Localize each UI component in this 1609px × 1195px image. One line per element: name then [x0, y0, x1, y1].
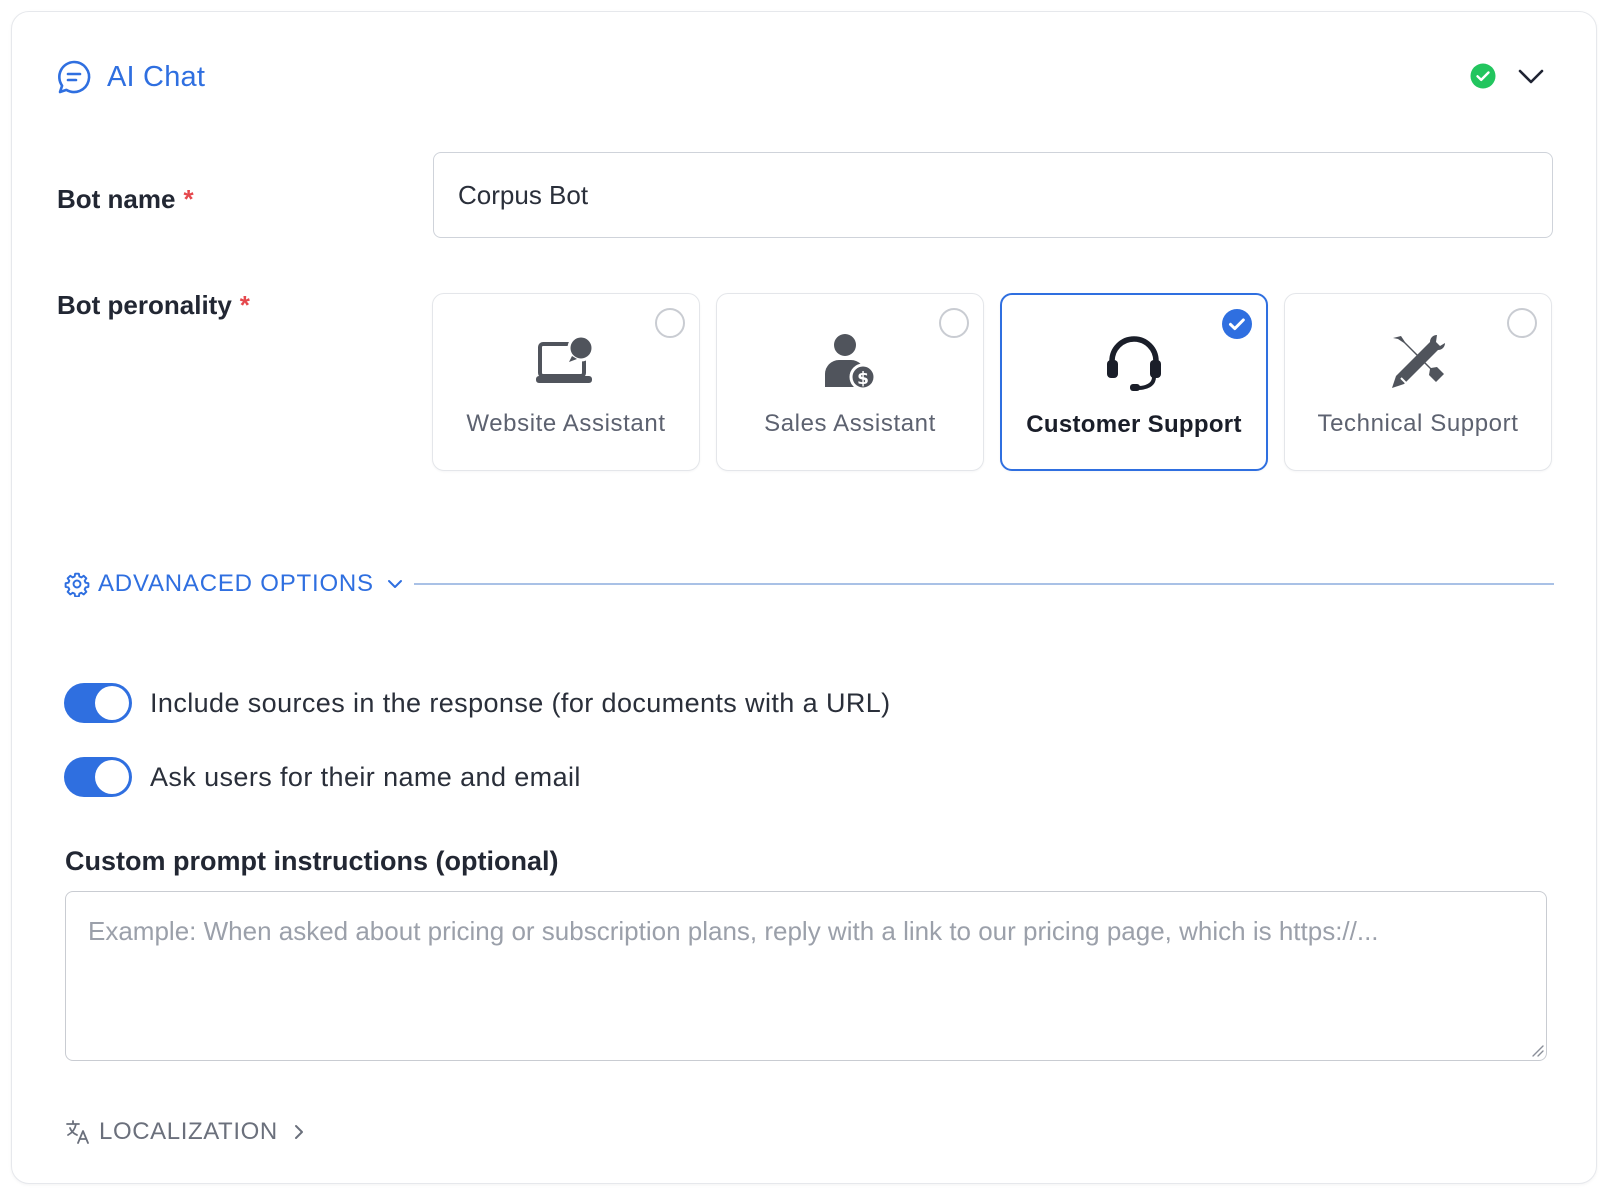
persona-website-assistant[interactable]: Website Assistant [432, 293, 700, 471]
persona-label: Technical Support [1317, 410, 1519, 437]
persona-radio[interactable] [1507, 308, 1537, 338]
gear-icon [64, 571, 90, 598]
laptop-chat-icon [535, 332, 597, 394]
required-mark: * [239, 290, 250, 320]
svg-text:$: $ [857, 369, 869, 389]
resize-handle-icon[interactable] [1530, 1043, 1544, 1057]
persona-label: Website Assistant [466, 410, 666, 437]
custom-prompt-label: Custom prompt instructions (optional) [65, 846, 559, 876]
card-header: AI Chat [55, 58, 205, 96]
persona-customer-support[interactable]: Customer Support [1000, 293, 1268, 471]
toggle-knob [95, 686, 129, 720]
bot-personality-label-text: Bot peronality [57, 290, 232, 320]
bot-name-label-text: Bot name [57, 184, 176, 214]
collapse-chevron-icon[interactable] [1516, 64, 1546, 88]
toggle-knob [95, 760, 129, 794]
tools-icon [1387, 332, 1449, 394]
status-check-icon [1470, 63, 1496, 89]
persona-radio-checked[interactable] [1222, 309, 1252, 339]
persona-label: Sales Assistant [764, 410, 936, 437]
chevron-down-icon [386, 575, 404, 593]
include-sources-label: Include sources in the response (for doc… [150, 687, 891, 718]
persona-technical-support[interactable]: Technical Support [1284, 293, 1552, 471]
check-icon [1229, 318, 1245, 331]
localization-toggle[interactable]: LOCALIZATION [65, 1118, 308, 1146]
ask-user-info-toggle[interactable] [64, 757, 132, 797]
localization-label: LOCALIZATION [99, 1118, 278, 1145]
bot-name-label: Bot name * [57, 184, 194, 215]
translate-icon [65, 1119, 91, 1145]
bot-name-input[interactable] [433, 152, 1553, 238]
chevron-right-icon [290, 1123, 308, 1141]
chat-bubble-icon [55, 58, 93, 96]
card-title: AI Chat [107, 60, 206, 93]
persona-radio[interactable] [655, 308, 685, 338]
persona-sales-assistant[interactable]: $ Sales Assistant [716, 293, 984, 471]
person-dollar-icon: $ [819, 332, 881, 394]
headset-icon [1103, 333, 1165, 395]
include-sources-toggle[interactable] [64, 683, 132, 723]
advanced-options-toggle[interactable]: ADVANACED OPTIONS [64, 570, 404, 598]
bot-personality-label: Bot peronality * [57, 290, 250, 321]
section-divider [414, 583, 1554, 585]
custom-prompt-textarea[interactable] [65, 891, 1547, 1061]
ask-user-info-label: Ask users for their name and email [150, 761, 581, 792]
required-mark: * [183, 184, 194, 214]
persona-label: Customer Support [1026, 411, 1242, 438]
persona-radio[interactable] [939, 308, 969, 338]
ask-user-info-row: Ask users for their name and email [64, 757, 581, 797]
advanced-options-label: ADVANACED OPTIONS [98, 570, 374, 597]
include-sources-row: Include sources in the response (for doc… [64, 683, 891, 723]
